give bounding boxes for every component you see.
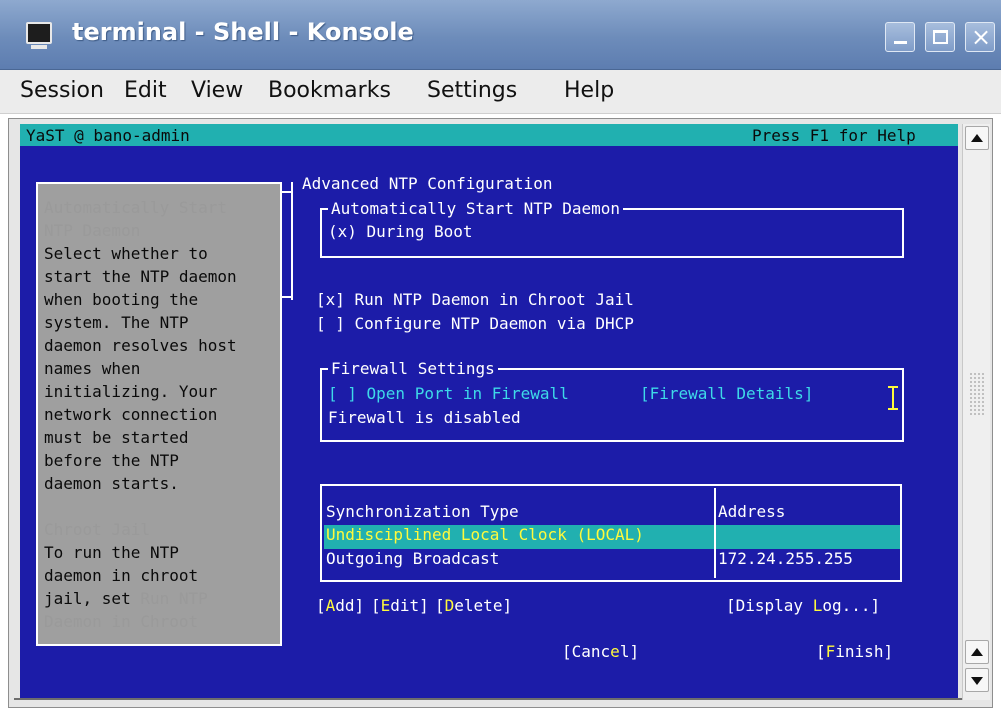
maximize-button[interactable] — [925, 22, 955, 52]
cancel-button-label: [Canc — [562, 642, 611, 661]
delete-button-label: elete] — [454, 596, 513, 615]
terminal-icon — [26, 22, 52, 49]
scroll-grip-icon[interactable] — [969, 372, 985, 416]
column-separator — [714, 488, 716, 578]
menu-help[interactable]: Help — [560, 76, 618, 105]
scroll-up-button-bottom[interactable] — [965, 640, 989, 664]
display-log-button[interactable]: [Display Log...] — [726, 594, 880, 617]
scroll-up-button[interactable] — [965, 126, 989, 150]
menu-view[interactable]: View — [187, 76, 247, 105]
chroot-checkbox[interactable]: [x] Run NTP Daemon in Chroot Jail — [316, 288, 634, 311]
firewall-details-button[interactable]: [Firewall Details] — [640, 382, 813, 405]
add-button-hotkey: A — [325, 596, 336, 615]
edit-button-label: dit] — [390, 596, 429, 615]
display-log-label: og...] — [822, 596, 881, 615]
edit-button-hotkey: E — [380, 596, 391, 615]
help-text: jail, set — [44, 589, 141, 608]
table-row-broadcast[interactable]: Outgoing Broadcast — [326, 547, 499, 570]
help-line-mixed: jail, set Run NTP — [44, 587, 208, 610]
add-button-label: [ — [316, 596, 326, 615]
help-heading-chroot: Chroot Jail — [44, 520, 150, 539]
dialog-title: Advanced NTP Configuration — [302, 174, 553, 193]
menu-settings[interactable]: Settings — [423, 76, 521, 105]
help-line: must be started — [44, 428, 189, 447]
add-button[interactable]: [Add] — [316, 594, 364, 617]
open-port-checkbox[interactable]: [ ] Open Port in Firewall — [328, 382, 569, 405]
cancel-button-hotkey: e — [610, 642, 620, 661]
menu-edit[interactable]: Edit — [120, 76, 171, 105]
finish-button-label: [ — [816, 642, 826, 661]
close-icon: × — [971, 23, 992, 51]
vertical-scrollbar[interactable] — [962, 124, 990, 700]
help-heading-autostart: Automatically Start — [44, 198, 228, 217]
arrow-up-icon — [971, 648, 983, 656]
firewall-group: Firewall Settings — [320, 357, 904, 442]
finish-button-label: inish] — [835, 642, 894, 661]
help-line: before the NTP — [44, 451, 179, 470]
display-log-label: [Display — [726, 596, 813, 615]
table-cell-address: 172.24.255.255 — [718, 549, 853, 568]
add-button-label: dd] — [335, 596, 365, 615]
text-cursor-icon — [888, 386, 898, 410]
edit-button-label: [ — [371, 596, 381, 615]
display-log-hotkey: L — [812, 596, 823, 615]
help-line: daemon resolves host — [44, 336, 237, 355]
minimize-button[interactable] — [885, 22, 915, 52]
help-line: names when — [44, 359, 141, 378]
close-button[interactable]: × — [965, 22, 995, 52]
delete-button-hotkey: D — [444, 596, 455, 615]
help-link-run-ntp: Run NTP — [140, 589, 208, 608]
help-line: initializing. Your — [44, 382, 218, 401]
help-heading-autostart-2: NTP Daemon — [44, 221, 141, 240]
menu-bookmarks[interactable]: Bookmarks — [264, 76, 395, 105]
edit-button[interactable]: [Edit] — [371, 594, 429, 617]
scroll-down-button[interactable] — [965, 668, 989, 692]
firewall-group-title: Firewall Settings — [328, 357, 498, 380]
arrow-up-icon — [971, 134, 983, 142]
help-hint: Press F1 for Help — [752, 126, 916, 145]
delete-button[interactable]: [Delete] — [435, 594, 512, 617]
yast-host-label: YaST @ bano-admin — [26, 126, 190, 145]
delete-button-label: [ — [435, 596, 445, 615]
cancel-button[interactable]: [Cancel] — [562, 640, 639, 663]
finish-button-hotkey: F — [825, 642, 836, 661]
maximize-icon — [933, 30, 948, 44]
arrow-down-icon — [971, 677, 983, 685]
help-link-chroot: Daemon in Chroot — [44, 612, 199, 631]
autostart-group-title: Automatically Start NTP Daemon — [328, 197, 623, 220]
column-header-address[interactable]: Address — [718, 500, 785, 523]
firewall-status: Firewall is disabled — [328, 408, 521, 427]
help-line: To run the NTP — [44, 543, 179, 562]
menu-bar: Session Edit View Bookmarks Settings Hel… — [0, 70, 1001, 114]
dhcp-checkbox[interactable]: [ ] Configure NTP Daemon via DHCP — [316, 312, 634, 335]
terminal-screen[interactable]: YaST @ bano-admin Press F1 for Help Auto… — [20, 124, 958, 684]
help-line: daemon in chroot — [44, 566, 199, 585]
column-header-type[interactable]: Synchronization Type — [326, 500, 519, 523]
help-line: network connection — [44, 405, 218, 424]
window-title: terminal - Shell - Konsole — [72, 18, 414, 46]
help-line: daemon starts. — [44, 474, 179, 493]
during-boot-radio[interactable]: (x) During Boot — [328, 220, 473, 243]
help-line: Select whether to — [44, 244, 208, 263]
menu-session[interactable]: Session — [16, 76, 108, 105]
help-line: when booting the — [44, 290, 199, 309]
frame-line — [291, 182, 293, 300]
yast-header: YaST @ bano-admin Press F1 for Help — [20, 124, 958, 146]
table-row-local-clock[interactable]: Undisciplined Local Clock (LOCAL) — [326, 523, 644, 546]
cancel-button-label: l] — [619, 642, 640, 661]
help-line: start the NTP daemon — [44, 267, 237, 286]
window-titlebar[interactable]: terminal - Shell - Konsole × — [0, 0, 1001, 70]
finish-button[interactable]: [Finish] — [816, 640, 893, 663]
minimize-icon — [894, 41, 907, 44]
help-panel[interactable]: Automatically Start NTP Daemon Select wh… — [36, 182, 282, 646]
help-line: system. The NTP — [44, 313, 189, 332]
frame-bottom-border — [14, 698, 964, 700]
